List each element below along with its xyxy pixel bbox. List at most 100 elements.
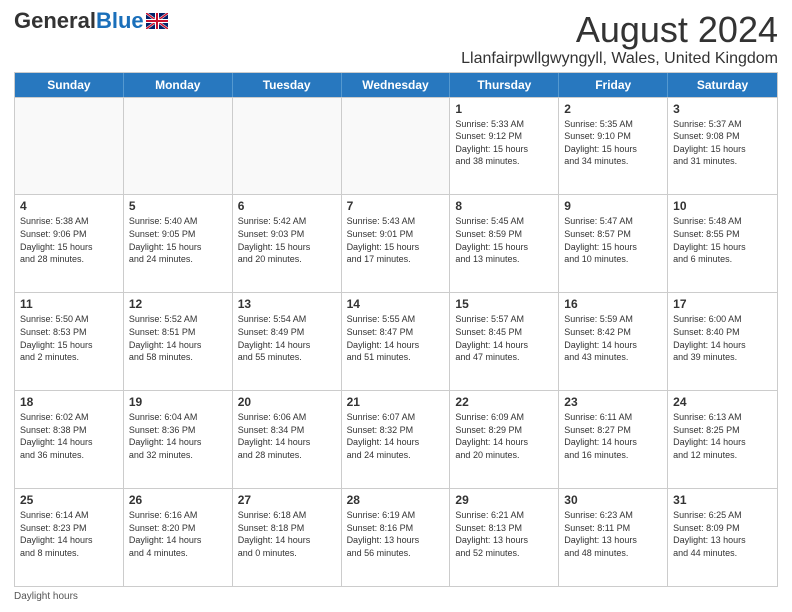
day-number-23: 23 bbox=[564, 395, 662, 409]
cal-cell-day-28: 28Sunrise: 6:19 AM Sunset: 8:16 PM Dayli… bbox=[342, 489, 451, 586]
day-number-9: 9 bbox=[564, 199, 662, 213]
cal-row-2: 11 Sunrise: 5:50 AM Sunset: 8:53 PM Dayli… bbox=[15, 292, 777, 390]
day-info-10: Sunrise: 5:48 AM Sunset: 8:55 PM Dayligh… bbox=[673, 215, 772, 265]
day-info-22: Sunrise: 6:09 AM Sunset: 8:29 PM Dayligh… bbox=[455, 411, 553, 461]
day-number-27: 27 bbox=[238, 493, 336, 507]
day-number-6: 6 bbox=[238, 199, 336, 213]
day-number-8: 8 bbox=[455, 199, 553, 213]
calendar-header: SundayMondayTuesdayWednesdayThursdayFrid… bbox=[15, 73, 777, 97]
day-info-28: Sunrise: 6:19 AM Sunset: 8:16 PM Dayligh… bbox=[347, 509, 445, 559]
day-number-15: 15 bbox=[455, 297, 553, 311]
cal-cell-day-3: 3Sunrise: 5:37 AM Sunset: 9:08 PM Daylig… bbox=[668, 98, 777, 195]
day-info-8: Sunrise: 5:45 AM Sunset: 8:59 PM Dayligh… bbox=[455, 215, 553, 265]
day-number-24: 24 bbox=[673, 395, 772, 409]
cal-cell-day-27: 27Sunrise: 6:18 AM Sunset: 8:18 PM Dayli… bbox=[233, 489, 342, 586]
day-info-1: Sunrise: 5:33 AM Sunset: 9:12 PM Dayligh… bbox=[455, 118, 553, 168]
cal-cell-empty-0-3 bbox=[342, 98, 451, 195]
cal-cell-day-29: 29Sunrise: 6:21 AM Sunset: 8:13 PM Dayli… bbox=[450, 489, 559, 586]
cal-cell-day-14: 14Sunrise: 5:55 AM Sunset: 8:47 PM Dayli… bbox=[342, 293, 451, 390]
day-number-10: 10 bbox=[673, 199, 772, 213]
cal-cell-day-12: 12 Sunrise: 5:52 AM Sunset: 8:51 PM Dayli… bbox=[124, 293, 233, 390]
day-info-9: Sunrise: 5:47 AM Sunset: 8:57 PM Dayligh… bbox=[564, 215, 662, 265]
cal-header-saturday: Saturday bbox=[668, 73, 777, 97]
day-number-29: 29 bbox=[455, 493, 553, 507]
day-info-20: Sunrise: 6:06 AM Sunset: 8:34 PM Dayligh… bbox=[238, 411, 336, 461]
cal-cell-day-21: 21Sunrise: 6:07 AM Sunset: 8:32 PM Dayli… bbox=[342, 391, 451, 488]
logo: GeneralBlue bbox=[14, 10, 168, 32]
day-info-19: Sunrise: 6:04 AM Sunset: 8:36 PM Dayligh… bbox=[129, 411, 227, 461]
day-info-13: Sunrise: 5:54 AM Sunset: 8:49 PM Dayligh… bbox=[238, 313, 336, 363]
page: GeneralBlue August 2024 Llanfai bbox=[0, 0, 792, 612]
cal-row-4: 25Sunrise: 6:14 AM Sunset: 8:23 PM Dayli… bbox=[15, 488, 777, 586]
calendar: SundayMondayTuesdayWednesdayThursdayFrid… bbox=[14, 72, 778, 587]
logo-icon bbox=[146, 13, 168, 29]
main-title: August 2024 bbox=[461, 10, 778, 50]
cal-row-1: 4Sunrise: 5:38 AM Sunset: 9:06 PM Daylig… bbox=[15, 194, 777, 292]
day-number-12: 12 bbox=[129, 297, 227, 311]
cal-cell-empty-0-1 bbox=[124, 98, 233, 195]
header: GeneralBlue August 2024 Llanfai bbox=[14, 10, 778, 68]
daylight-label: Daylight hours bbox=[14, 591, 78, 602]
day-number-4: 4 bbox=[20, 199, 118, 213]
logo-general: General bbox=[14, 8, 96, 33]
cal-header-sunday: Sunday bbox=[15, 73, 124, 97]
day-info-21: Sunrise: 6:07 AM Sunset: 8:32 PM Dayligh… bbox=[347, 411, 445, 461]
day-info-30: Sunrise: 6:23 AM Sunset: 8:11 PM Dayligh… bbox=[564, 509, 662, 559]
cal-cell-day-22: 22 Sunrise: 6:09 AM Sunset: 8:29 PM Dayli… bbox=[450, 391, 559, 488]
cal-cell-day-4: 4Sunrise: 5:38 AM Sunset: 9:06 PM Daylig… bbox=[15, 195, 124, 292]
day-info-31: Sunrise: 6:25 AM Sunset: 8:09 PM Dayligh… bbox=[673, 509, 772, 559]
day-info-15: Sunrise: 5:57 AM Sunset: 8:45 PM Dayligh… bbox=[455, 313, 553, 363]
day-info-17: Sunrise: 6:00 AM Sunset: 8:40 PM Dayligh… bbox=[673, 313, 772, 363]
footer: Daylight hours bbox=[14, 591, 778, 602]
calendar-body: 1 Sunrise: 5:33 AM Sunset: 9:12 PM Daylig… bbox=[15, 97, 777, 586]
day-info-14: Sunrise: 5:55 AM Sunset: 8:47 PM Dayligh… bbox=[347, 313, 445, 363]
day-number-7: 7 bbox=[347, 199, 445, 213]
cal-cell-day-16: 16Sunrise: 5:59 AM Sunset: 8:42 PM Dayli… bbox=[559, 293, 668, 390]
day-info-25: Sunrise: 6:14 AM Sunset: 8:23 PM Dayligh… bbox=[20, 509, 118, 559]
cal-cell-day-17: 17 Sunrise: 6:00 AM Sunset: 8:40 PM Dayli… bbox=[668, 293, 777, 390]
cal-header-wednesday: Wednesday bbox=[342, 73, 451, 97]
cal-cell-day-31: 31 Sunrise: 6:25 AM Sunset: 8:09 PM Dayli… bbox=[668, 489, 777, 586]
cal-cell-day-8: 8 Sunrise: 5:45 AM Sunset: 8:59 PM Daylig… bbox=[450, 195, 559, 292]
cal-cell-day-24: 24 Sunrise: 6:13 AM Sunset: 8:25 PM Dayli… bbox=[668, 391, 777, 488]
day-number-19: 19 bbox=[129, 395, 227, 409]
day-info-24: Sunrise: 6:13 AM Sunset: 8:25 PM Dayligh… bbox=[673, 411, 772, 461]
day-info-26: Sunrise: 6:16 AM Sunset: 8:20 PM Dayligh… bbox=[129, 509, 227, 559]
cal-cell-day-6: 6 Sunrise: 5:42 AM Sunset: 9:03 PM Daylig… bbox=[233, 195, 342, 292]
cal-cell-day-18: 18Sunrise: 6:02 AM Sunset: 8:38 PM Dayli… bbox=[15, 391, 124, 488]
day-number-22: 22 bbox=[455, 395, 553, 409]
cal-cell-day-30: 30 Sunrise: 6:23 AM Sunset: 8:11 PM Dayli… bbox=[559, 489, 668, 586]
logo-blue: Blue bbox=[96, 8, 144, 33]
day-number-30: 30 bbox=[564, 493, 662, 507]
cal-cell-day-9: 9 Sunrise: 5:47 AM Sunset: 8:57 PM Daylig… bbox=[559, 195, 668, 292]
day-number-2: 2 bbox=[564, 102, 662, 116]
subtitle: Llanfairpwllgwyngyll, Wales, United King… bbox=[461, 50, 778, 68]
logo-text: GeneralBlue bbox=[14, 10, 144, 32]
cal-cell-day-20: 20Sunrise: 6:06 AM Sunset: 8:34 PM Dayli… bbox=[233, 391, 342, 488]
day-info-5: Sunrise: 5:40 AM Sunset: 9:05 PM Dayligh… bbox=[129, 215, 227, 265]
day-number-17: 17 bbox=[673, 297, 772, 311]
cal-cell-day-13: 13Sunrise: 5:54 AM Sunset: 8:49 PM Dayli… bbox=[233, 293, 342, 390]
cal-cell-day-25: 25Sunrise: 6:14 AM Sunset: 8:23 PM Dayli… bbox=[15, 489, 124, 586]
cal-cell-day-26: 26Sunrise: 6:16 AM Sunset: 8:20 PM Dayli… bbox=[124, 489, 233, 586]
day-number-31: 31 bbox=[673, 493, 772, 507]
cal-header-friday: Friday bbox=[559, 73, 668, 97]
cal-cell-day-11: 11 Sunrise: 5:50 AM Sunset: 8:53 PM Dayli… bbox=[15, 293, 124, 390]
day-info-7: Sunrise: 5:43 AM Sunset: 9:01 PM Dayligh… bbox=[347, 215, 445, 265]
day-info-11: Sunrise: 5:50 AM Sunset: 8:53 PM Dayligh… bbox=[20, 313, 118, 363]
cal-cell-day-10: 10 Sunrise: 5:48 AM Sunset: 8:55 PM Dayli… bbox=[668, 195, 777, 292]
day-number-11: 11 bbox=[20, 297, 118, 311]
day-number-3: 3 bbox=[673, 102, 772, 116]
day-number-1: 1 bbox=[455, 102, 553, 116]
cal-cell-day-7: 7 Sunrise: 5:43 AM Sunset: 9:01 PM Daylig… bbox=[342, 195, 451, 292]
cal-cell-empty-0-2 bbox=[233, 98, 342, 195]
cal-cell-day-2: 2 Sunrise: 5:35 AM Sunset: 9:10 PM Daylig… bbox=[559, 98, 668, 195]
day-info-2: Sunrise: 5:35 AM Sunset: 9:10 PM Dayligh… bbox=[564, 118, 662, 168]
day-info-23: Sunrise: 6:11 AM Sunset: 8:27 PM Dayligh… bbox=[564, 411, 662, 461]
cal-header-tuesday: Tuesday bbox=[233, 73, 342, 97]
cal-header-thursday: Thursday bbox=[450, 73, 559, 97]
day-info-6: Sunrise: 5:42 AM Sunset: 9:03 PM Dayligh… bbox=[238, 215, 336, 265]
day-info-12: Sunrise: 5:52 AM Sunset: 8:51 PM Dayligh… bbox=[129, 313, 227, 363]
day-number-18: 18 bbox=[20, 395, 118, 409]
cal-cell-day-23: 23 Sunrise: 6:11 AM Sunset: 8:27 PM Dayli… bbox=[559, 391, 668, 488]
